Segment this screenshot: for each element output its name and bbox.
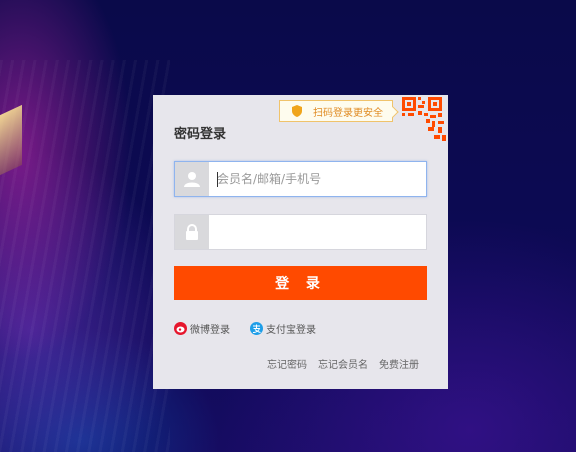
register-link[interactable]: 免费注册 <box>379 356 419 371</box>
alipay-login-label: 支付宝登录 <box>266 325 316 336</box>
lock-icon <box>175 215 209 249</box>
qr-code-toggle-icon[interactable] <box>400 95 448 143</box>
username-input[interactable] <box>209 162 426 196</box>
qr-tip-text: 扫码登录更安全 <box>313 107 383 119</box>
footer-links: 忘记密码 忘记会员名 免费注册 <box>267 356 419 371</box>
username-field <box>174 161 427 197</box>
weibo-icon <box>174 322 187 335</box>
background-glow <box>0 104 22 176</box>
text-caret <box>217 172 218 187</box>
forgot-username-link[interactable]: 忘记会员名 <box>318 356 368 371</box>
login-panel: 扫码登录更安全 密码登录 会员名/邮箱/手机号 登 录 微博登录 支付宝登录 忘… <box>153 95 448 389</box>
alipay-icon <box>250 322 263 335</box>
forgot-password-link[interactable]: 忘记密码 <box>267 356 307 371</box>
alipay-login-link[interactable]: 支付宝登录 <box>250 321 316 336</box>
weibo-login-label: 微博登录 <box>190 325 230 336</box>
user-icon <box>175 162 209 196</box>
password-input[interactable] <box>209 215 426 249</box>
background-streaks <box>0 60 170 452</box>
qr-tip-bubble: 扫码登录更安全 <box>279 100 393 122</box>
login-button[interactable]: 登 录 <box>174 266 427 300</box>
page-title: 密码登录 <box>174 127 227 142</box>
password-field <box>174 214 427 250</box>
shield-icon <box>292 103 308 119</box>
weibo-login-link[interactable]: 微博登录 <box>174 321 230 336</box>
